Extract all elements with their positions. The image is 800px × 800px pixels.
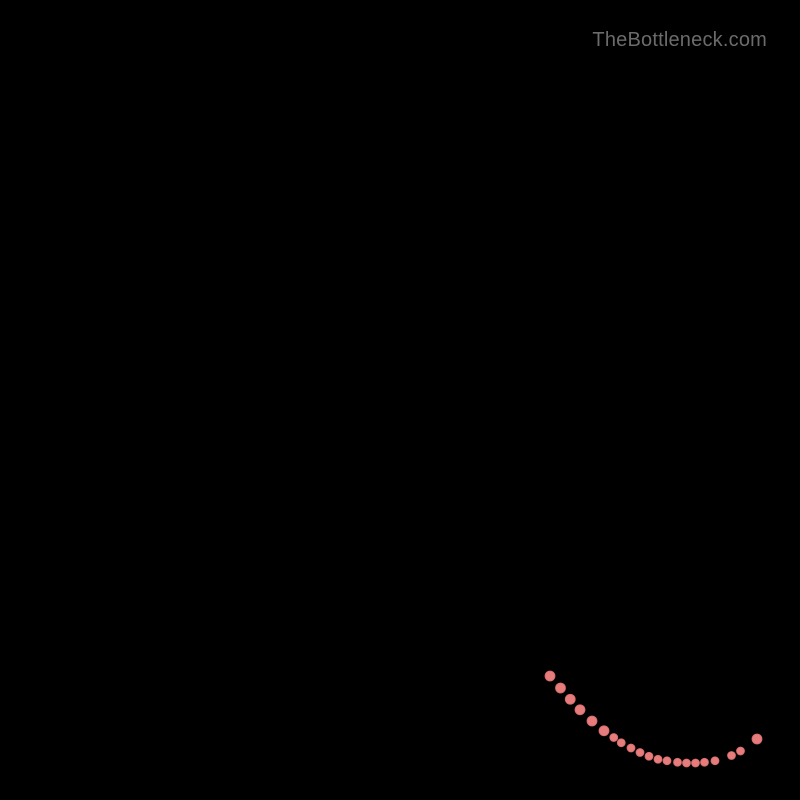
curve-marker bbox=[556, 683, 566, 693]
bottleneck-curve-line bbox=[25, 25, 775, 764]
curve-marker bbox=[645, 752, 653, 760]
curve-marker bbox=[587, 716, 597, 726]
chart-svg-layer bbox=[25, 25, 775, 775]
curve-marker bbox=[752, 734, 762, 744]
curve-marker bbox=[565, 694, 575, 704]
chart-plot-area: TheBottleneck.com bbox=[25, 25, 775, 775]
curve-marker bbox=[728, 752, 736, 760]
curve-marker bbox=[617, 739, 625, 747]
curve-marker bbox=[663, 757, 671, 765]
curve-marker bbox=[599, 726, 609, 736]
curve-marker bbox=[701, 758, 709, 766]
curve-marker bbox=[737, 747, 745, 755]
curve-marker bbox=[692, 759, 700, 767]
curve-marker bbox=[654, 755, 662, 763]
curve-marker bbox=[711, 757, 719, 765]
chart-frame: TheBottleneck.com bbox=[0, 0, 800, 800]
curve-marker bbox=[575, 705, 585, 715]
curve-markers-group bbox=[545, 671, 762, 767]
curve-marker bbox=[610, 734, 618, 742]
curve-marker bbox=[683, 759, 691, 767]
curve-marker bbox=[545, 671, 555, 681]
curve-marker bbox=[674, 758, 682, 766]
curve-marker bbox=[627, 744, 635, 752]
curve-marker bbox=[636, 749, 644, 757]
